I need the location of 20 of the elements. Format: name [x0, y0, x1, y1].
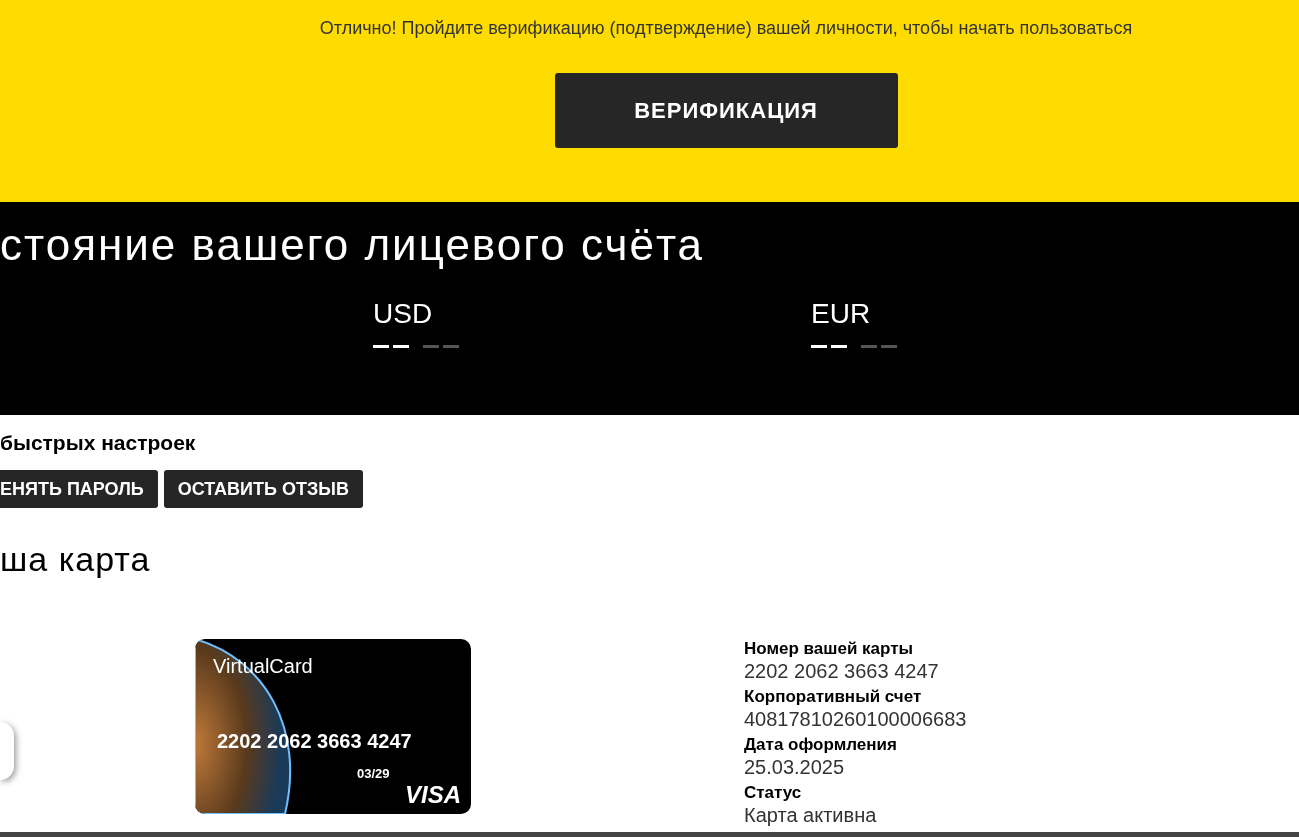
detail-label: Номер вашей карты: [744, 639, 915, 659]
currency-label: USD: [373, 298, 433, 330]
detail-value: 2202 2062 3663 4247: [744, 659, 940, 683]
detail-value: Карта активна: [744, 803, 878, 827]
detail-label: Дата оформления: [744, 735, 898, 755]
detail-value: 25.03.2025: [744, 755, 846, 779]
settings-button[interactable]: ОСТАВИТЬ ОТЗЫВ: [163, 470, 363, 508]
round-button[interactable]: [0, 722, 14, 780]
quick-settings-title: быстрых настроек: [0, 431, 197, 455]
detail-label: Корпоративный счет: [744, 687, 923, 707]
card-section-title: ша карта: [0, 540, 152, 579]
settings-button[interactable]: ЕНЯТЬ ПАРОЛЬ: [0, 470, 158, 508]
verification-message: Отлично! Пройдите верификацию (подтверждение) вашей личности, чтобы начать пользоваться: [319, 18, 1133, 39]
detail-label: Статус: [744, 783, 803, 803]
detail-value: 40817810260100006683: [744, 707, 967, 731]
card-expiry: 03/29: [357, 766, 390, 781]
currency-label: EUR: [811, 298, 871, 330]
account-title: стояние вашего лицевого счёта: [0, 220, 705, 270]
verification-button[interactable]: ВЕРИФИКАЦИЯ: [554, 73, 898, 148]
card-network-logo: VISA: [405, 781, 461, 809]
